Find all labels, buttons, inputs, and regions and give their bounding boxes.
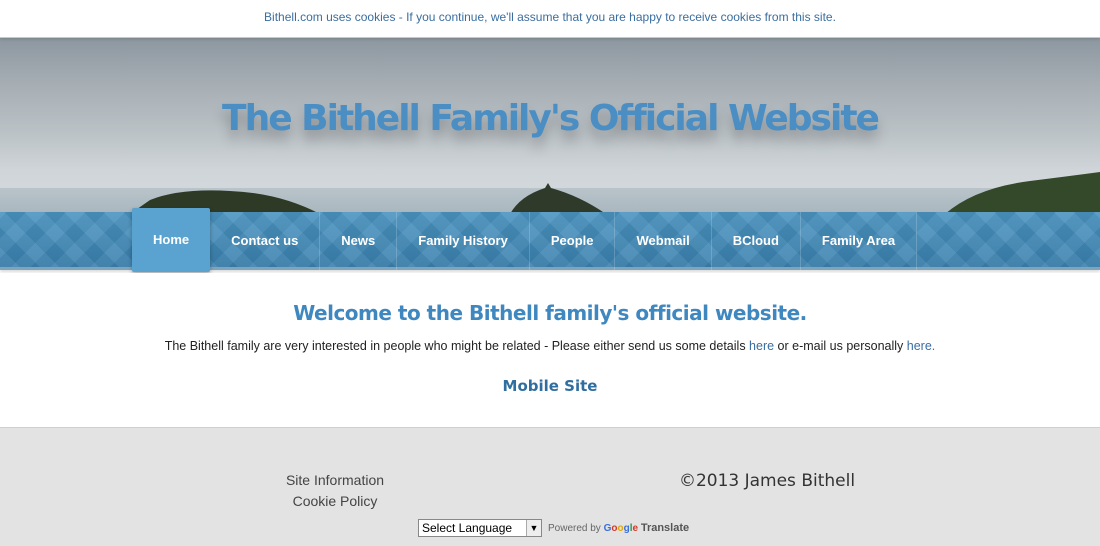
intro-text-part1: The Bithell family are very interested i… [164, 339, 750, 353]
nav-menu: Home Contact us News Family History People We… [132, 208, 918, 272]
google-logo: Google [603, 523, 639, 534]
nav-item-bcloud[interactable]: BCloud [712, 212, 801, 270]
intro-text-part2: or e-mail us personally [774, 339, 907, 353]
powered-by-text: Powered by [548, 523, 601, 534]
cookie-notice-bar: Bithell.com uses cookies - If you contin… [0, 0, 1100, 38]
nav-item-home[interactable]: Home [132, 208, 211, 272]
site-information-link[interactable]: Site Information [255, 470, 415, 491]
main-navigation: Home Contact us News Family History People We… [0, 208, 1100, 272]
nav-item-family-area[interactable]: Family Area [801, 212, 918, 270]
site-title[interactable]: The Bithell Family's Official Website [0, 98, 1100, 139]
mobile-site-link[interactable]: Mobile Site [0, 377, 1100, 395]
nav-item-news[interactable]: News [320, 212, 398, 270]
nav-item-contact-us[interactable]: Contact us [210, 212, 321, 270]
nav-item-family-history[interactable]: Family History [397, 212, 530, 270]
powered-by-google-translate: Powered by Google Translate [548, 522, 689, 534]
welcome-heading: Welcome to the Bithell family's official… [293, 301, 807, 325]
google-translate-widget: Select Language ▼ Powered by Google Tran… [418, 519, 689, 537]
header-banner: The Bithell Family's Official Website [0, 38, 1100, 214]
intro-paragraph: The Bithell family are very interested i… [0, 339, 1100, 353]
send-details-link[interactable]: here [749, 339, 774, 353]
language-select-value: Select Language [422, 521, 513, 535]
translate-text: Translate [640, 522, 690, 534]
nav-item-people[interactable]: People [530, 212, 616, 270]
nav-item-webmail[interactable]: Webmail [615, 212, 712, 270]
cookie-notice-text: Bithell.com uses cookies - If you contin… [264, 10, 836, 24]
cookie-policy-link[interactable]: Cookie Policy [255, 491, 415, 512]
copyright-text: ©2013 James Bithell [678, 471, 856, 491]
main-content: Welcome to the Bithell family's official… [0, 273, 1100, 427]
footer-links: Site Information Cookie Policy [255, 470, 415, 512]
footer: Site Information Cookie Policy ©2013 Jam… [0, 427, 1100, 546]
chevron-down-icon[interactable]: ▼ [526, 520, 541, 536]
language-select[interactable]: Select Language ▼ [418, 519, 542, 537]
email-link[interactable]: here. [907, 339, 936, 353]
